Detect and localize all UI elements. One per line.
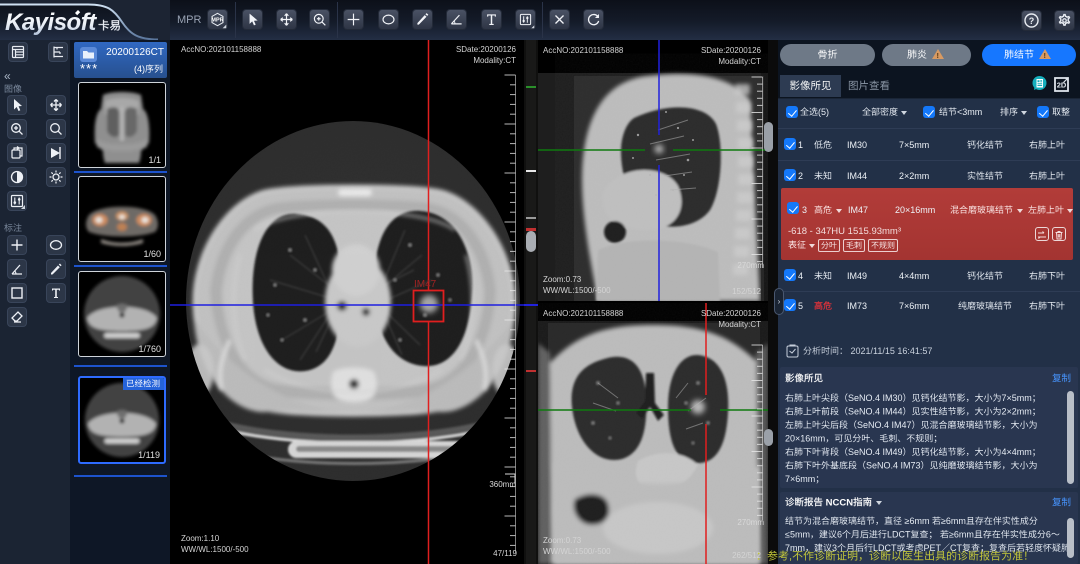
svg-text:LDCT: LDCT	[887, 530, 911, 540]
svg-text:≥6mm: ≥6mm	[902, 516, 932, 526]
svg-text:2021/11/15 16:41:57: 2021/11/15 16:41:57	[848, 346, 932, 356]
svg-text:7×6mm: 7×6mm	[785, 474, 815, 484]
svg-text:IM47: IM47	[414, 279, 437, 290]
svg-text:6: 6	[837, 530, 842, 540]
svg-text:270mm: 270mm	[737, 261, 764, 270]
svg-text:SeNO.4 IM47: SeNO.4 IM47	[857, 420, 912, 430]
svg-text:270mm: 270mm	[737, 518, 764, 527]
svg-text:20×16mm: 20×16mm	[785, 434, 825, 444]
svg-text:Kayisoft: Kayisoft	[5, 9, 97, 36]
svg-text:<3mm: <3mm	[957, 107, 982, 117]
svg-text:SeNO.4 IM30: SeNO.4 IM30	[848, 393, 903, 403]
svg-text:2×2mm: 2×2mm	[1002, 407, 1032, 417]
svg-text:SeNO.4 IM49: SeNO.4 IM49	[848, 447, 903, 457]
svg-text:(4): (4)	[134, 64, 145, 74]
svg-text:(5): (5)	[818, 107, 829, 117]
svg-text:,: ,	[789, 551, 792, 563]
svg-text:NCCN: NCCN	[823, 497, 853, 508]
svg-text:≥6mm: ≥6mm	[949, 530, 974, 540]
svg-text:4×4mm: 4×4mm	[1002, 447, 1032, 457]
svg-text:SeNO.4 IM44: SeNO.4 IM44	[848, 407, 903, 417]
svg-text:2D: 2D	[1057, 80, 1067, 89]
svg-text:≥6mm: ≥6mm	[941, 516, 966, 526]
svg-text:360mm: 360mm	[489, 480, 516, 489]
svg-text:7×5mm: 7×5mm	[1002, 393, 1032, 403]
svg-text:SeNO.4 IM73: SeNO.4 IM73	[866, 461, 921, 471]
svg-text:MPR: MPR	[211, 18, 223, 24]
svg-text:≤5mm: ≤5mm	[785, 530, 810, 540]
svg-text:6: 6	[1046, 530, 1051, 540]
svg-text:?: ?	[1029, 16, 1035, 26]
